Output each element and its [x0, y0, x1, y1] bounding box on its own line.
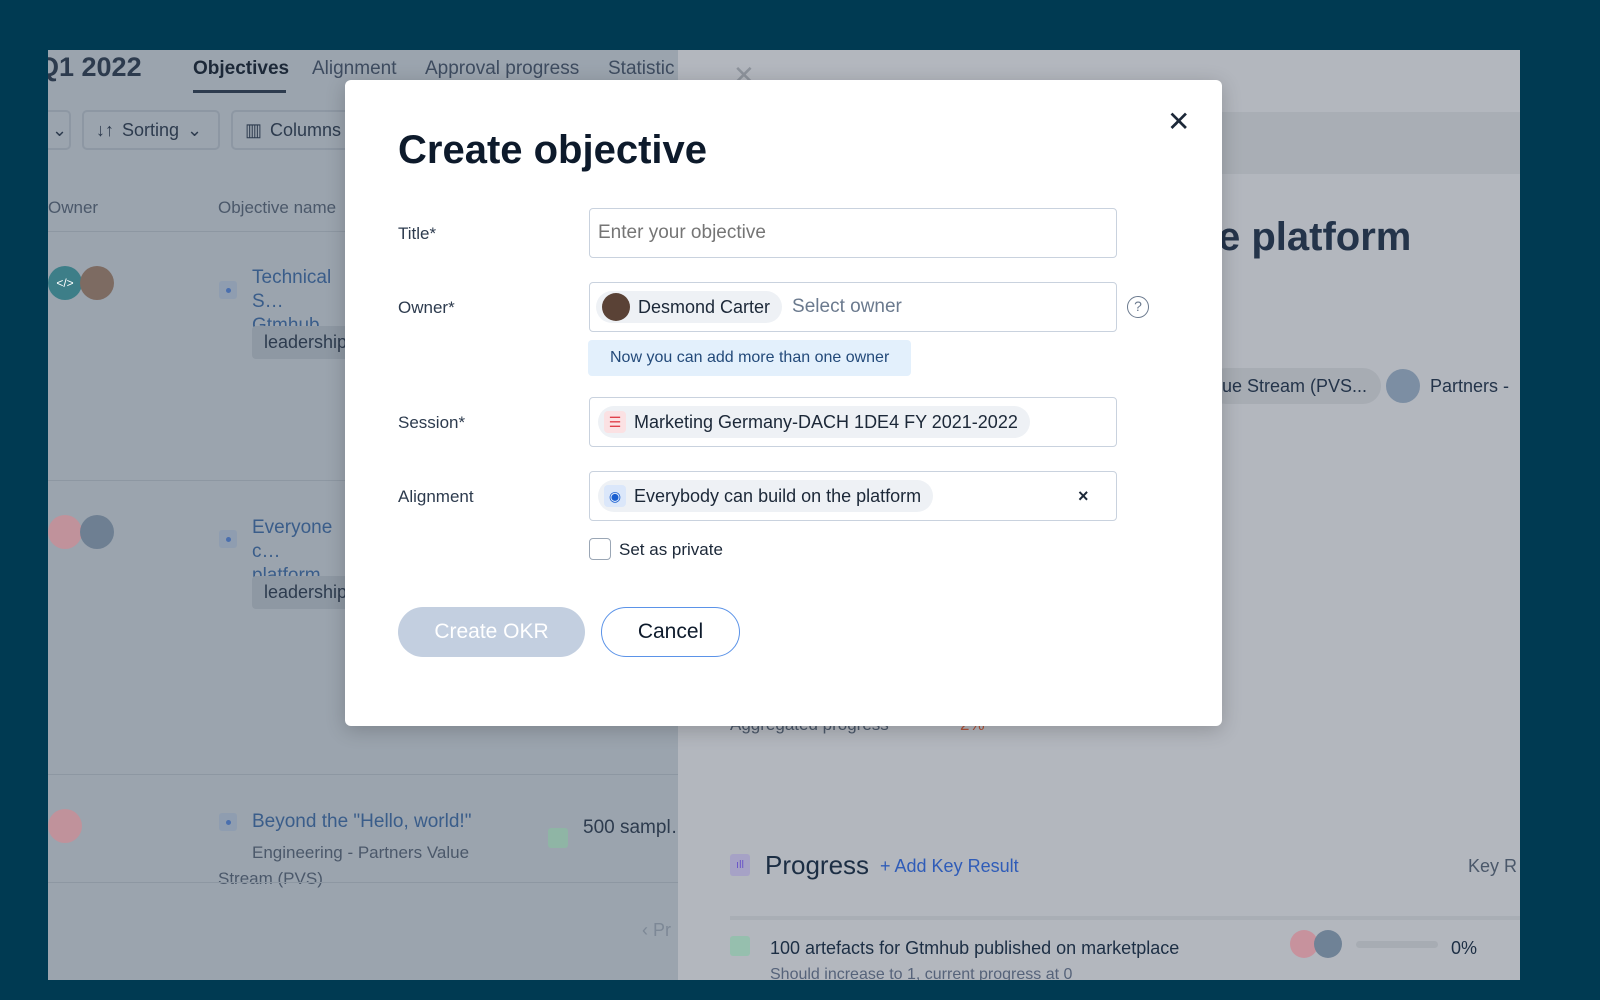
key-result-progress-bar — [1356, 941, 1438, 948]
filter-dropdown[interactable]: ⌄ — [48, 110, 71, 150]
owner-label: Owner* — [398, 298, 455, 317]
column-header-owner: Owner — [48, 198, 99, 217]
avatar: </> — [48, 266, 82, 300]
private-label: Set as private — [619, 540, 723, 559]
title-label: Title* — [398, 224, 437, 243]
active-tab-indicator — [193, 90, 286, 93]
session-select[interactable]: ☰ Marketing Germany-DACH 1DE4 FY 2021-202… — [589, 397, 1117, 447]
session-label: Session* — [398, 413, 466, 432]
objective-icon — [219, 530, 237, 548]
session-chip: ☰ Marketing Germany-DACH 1DE4 FY 2021-202… — [598, 406, 1030, 438]
clear-alignment-icon[interactable]: × — [1078, 486, 1089, 507]
key-result-progress-value: 0% — [1451, 938, 1478, 958]
avatar — [1314, 930, 1342, 958]
sort-icon: ↓↑ — [96, 119, 114, 140]
objective-icon — [219, 281, 237, 299]
session-icon: ☰ — [604, 411, 626, 433]
tag: leadership — [252, 576, 360, 609]
tab-statistics[interactable]: Statistic — [608, 58, 675, 80]
alignment-label: Alignment — [398, 487, 474, 506]
create-objective-dialog: ✕ Create objective Title* Owner* Desmond… — [345, 80, 1222, 726]
add-key-result-link[interactable]: + Add Key Result — [880, 856, 1019, 877]
tag: leadership — [252, 326, 360, 359]
alignment-select[interactable]: ◉ Everybody can build on the platform — [589, 471, 1117, 521]
avatar — [48, 515, 82, 549]
objective-target-icon: ◉ — [604, 485, 626, 507]
team-icon — [1386, 369, 1420, 403]
owner-chip: ue Stream (PVS... — [1208, 368, 1382, 404]
avatar — [80, 515, 114, 549]
divider — [730, 916, 1520, 920]
tab-approval-progress[interactable]: Approval progress — [425, 58, 579, 80]
key-result-title[interactable]: 100 artefacts for Gtmhub published on ma… — [770, 938, 1179, 959]
owner-hint: Now you can add more than one owner — [588, 340, 912, 376]
owner-chip: Partners - — [1386, 368, 1509, 404]
objective-icon — [219, 813, 237, 831]
column-header-objective-name: Objective name — [218, 198, 337, 217]
private-checkbox[interactable] — [589, 538, 611, 560]
avatar — [80, 266, 114, 300]
objective-heading: e platform — [1218, 215, 1412, 259]
divider — [48, 882, 678, 883]
key-results-column: Key R — [1468, 856, 1518, 876]
avatar — [48, 809, 82, 843]
create-okr-button[interactable]: Create OKR — [398, 607, 585, 657]
tab-alignment[interactable]: Alignment — [312, 58, 397, 80]
title-input[interactable] — [589, 208, 1117, 258]
help-icon[interactable]: ? — [1127, 296, 1149, 318]
sorting-button[interactable]: ↓↑ Sorting ⌄ — [82, 110, 220, 150]
key-result-icon — [730, 936, 750, 956]
close-icon[interactable]: ✕ — [1167, 108, 1190, 136]
session-title: Q1 2022 — [48, 52, 142, 82]
key-result-text: 500 sampl… external de… — [583, 817, 678, 838]
chevron-down-icon: ⌄ — [187, 119, 203, 140]
progress-title: Progress — [765, 850, 870, 880]
avatar — [602, 293, 630, 321]
owner-select[interactable]: Desmond Carter Select owner — [589, 282, 1117, 332]
owner-placeholder: Select owner — [792, 296, 902, 317]
owner-chip[interactable]: Desmond Carter — [596, 291, 783, 323]
cancel-button[interactable]: Cancel — [601, 607, 740, 657]
divider — [48, 774, 678, 775]
pagination-previous[interactable]: ‹ Pr — [642, 920, 671, 941]
objective-subtitle: Engineering - Partners Value Stream (PVS… — [218, 843, 470, 888]
dialog-title: Create objective — [398, 128, 708, 172]
key-result-subtitle: Should increase to 1, current progress a… — [770, 966, 1073, 980]
alignment-chip: ◉ Everybody can build on the platform — [598, 480, 934, 512]
progress-icon: ıll — [730, 854, 750, 876]
key-result-icon — [548, 828, 568, 848]
tab-objectives[interactable]: Objectives — [193, 58, 289, 80]
objective-link[interactable]: Beyond the "Hello, world!" — [252, 810, 471, 834]
columns-icon: ▥ — [245, 119, 263, 140]
